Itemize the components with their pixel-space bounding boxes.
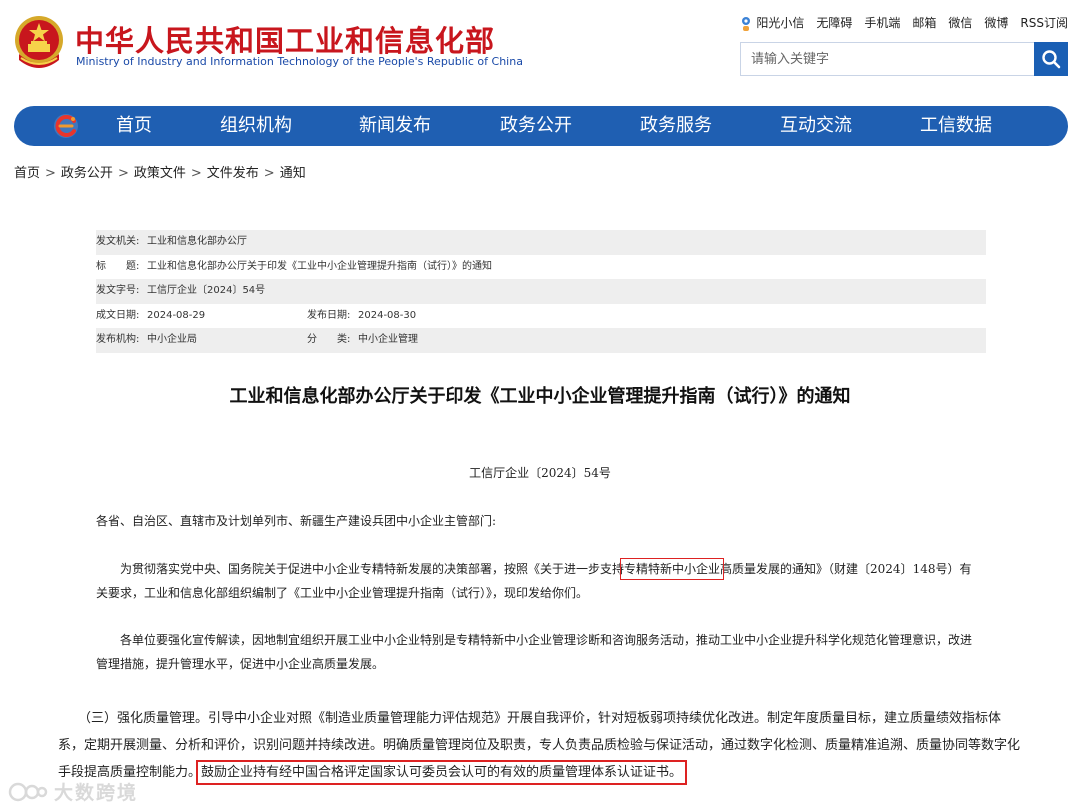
watermark-logo-icon xyxy=(8,782,48,801)
top-links: 阳光小信 无障碍 手机端 邮箱 微信 微博 RSS订阅 xyxy=(728,14,1068,32)
national-emblem-icon[interactable] xyxy=(13,14,65,70)
main-nav: 首页 组织机构 新闻发布 政务公开 政务服务 互动交流 工信数据 xyxy=(14,106,1068,146)
nav-government-affairs[interactable]: 政务公开 xyxy=(500,106,572,146)
nav-interaction[interactable]: 互动交流 xyxy=(780,106,852,146)
paragraph-quality-management: （三）强化质量管理。引导中小企业对照《制造业质量管理能力评估规范》开展自我评价，… xyxy=(58,711,1021,785)
search-box xyxy=(740,42,1068,76)
paragraph: 为贯彻落实党中央、国务院关于促进中小企业专精特新发展的决策部署，按照《关于进一步… xyxy=(96,558,972,600)
meta-label: 标 题: xyxy=(96,260,140,272)
breadcrumb-policy-docs[interactable]: 政策文件 xyxy=(134,166,186,181)
sunshine-mascot-icon xyxy=(742,16,751,31)
site-title[interactable]: 中华人民共和国工业和信息化部 xyxy=(75,18,495,60)
meta-label: 分 类: xyxy=(307,334,351,345)
meta-row-org: 发布机构: 中小企业局 分 类: 中小企业管理 xyxy=(96,328,986,353)
nav-home[interactable]: 首页 xyxy=(116,106,152,146)
highlight-box: 鼓励企业持有经中国合格评定国家认可委员会认可的有效的质量管理体系认证证书。 xyxy=(196,760,688,785)
meta-label: 发布日期: xyxy=(307,309,351,321)
nav-data[interactable]: 工信数据 xyxy=(920,106,992,146)
site-header: 中华人民共和国工业和信息化部 Ministry of Industry and … xyxy=(0,0,1080,100)
watermark-text: 大数跨境 xyxy=(54,782,139,804)
document-number: 工信厅企业〔2024〕54号 xyxy=(469,466,611,480)
meta-row-docno: 发文字号: 工信厅企业〔2024〕54号 xyxy=(96,279,986,304)
meta-label: 发文机关: xyxy=(96,236,140,247)
search-input[interactable] xyxy=(741,43,1031,75)
meta-value: 2024-08-29 xyxy=(147,309,206,321)
meta-row-title: 标 题: 工业和信息化部办公厅关于印发《工业中小企业管理提升指南（试行）》的通知 xyxy=(96,255,986,280)
link-wechat[interactable]: 微信 xyxy=(948,14,972,31)
meta-label: 发布机构: xyxy=(96,334,140,345)
link-accessibility[interactable]: 无障碍 xyxy=(816,14,852,31)
meta-value: 2024-08-30 xyxy=(358,309,417,321)
document-meta-table: 发文机关: 工业和信息化部办公厅 标 题: 工业和信息化部办公厅关于印发《工业中… xyxy=(96,230,986,353)
paragraph: 各单位要强化宣传解读，因地制宜组织开展工业中小企业特别是专精特新中小企业管理诊断… xyxy=(96,633,973,671)
meta-value: 工业和信息化部办公厅 xyxy=(147,236,247,247)
breadcrumb-home[interactable]: 首页 xyxy=(14,166,40,181)
meta-value: 工业和信息化部办公厅关于印发《工业中小企业管理提升指南（试行）》的通知 xyxy=(147,260,492,272)
highlight-box: 专精特新中小企业 xyxy=(620,558,725,580)
search-button[interactable] xyxy=(1034,42,1068,76)
document-title: 工业和信息化部办公厅关于印发《工业中小企业管理提升指南（试行）》的通知 xyxy=(229,386,851,407)
breadcrumb: 首页 > 政务公开 > 政策文件 > 文件发布 > 通知 xyxy=(14,166,306,181)
meta-label: 成文日期: xyxy=(96,309,140,321)
ministry-logo-icon[interactable] xyxy=(52,112,80,140)
link-mail[interactable]: 邮箱 xyxy=(912,14,936,31)
link-sunshine[interactable]: 阳光小信 xyxy=(740,14,804,32)
nav-organization[interactable]: 组织机构 xyxy=(220,106,292,146)
meta-row-issuer: 发文机关: 工业和信息化部办公厅 xyxy=(96,230,986,255)
link-weibo[interactable]: 微博 xyxy=(984,14,1008,31)
meta-label: 发文字号: xyxy=(96,285,140,296)
nav-services[interactable]: 政务服务 xyxy=(640,106,712,146)
watermark: 大数跨境 xyxy=(8,778,138,805)
nav-news[interactable]: 新闻发布 xyxy=(359,106,431,146)
salutation: 各省、自治区、直辖市及计划单列市、新疆生产建设兵团中小企业主管部门: xyxy=(96,514,497,528)
meta-value: 工信厅企业〔2024〕54号 xyxy=(147,285,266,296)
breadcrumb-notice[interactable]: 通知 xyxy=(280,166,306,181)
meta-row-dates: 成文日期: 2024-08-29 发布日期: 2024-08-30 xyxy=(96,304,986,329)
link-rss[interactable]: RSS订阅 xyxy=(1020,14,1068,31)
site-subtitle: Ministry of Industry and Information Tec… xyxy=(76,55,523,68)
meta-value: 中小企业局 xyxy=(147,334,197,345)
link-mobile[interactable]: 手机端 xyxy=(864,14,900,31)
breadcrumb-file-release[interactable]: 文件发布 xyxy=(207,166,259,181)
search-icon xyxy=(1042,50,1061,69)
meta-value: 中小企业管理 xyxy=(358,334,418,345)
breadcrumb-government-affairs[interactable]: 政务公开 xyxy=(61,166,113,181)
